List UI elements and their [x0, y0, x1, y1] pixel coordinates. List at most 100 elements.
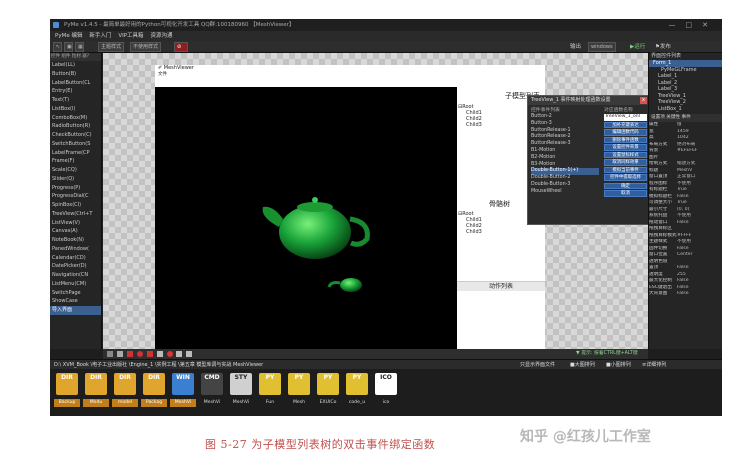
property-value[interactable]: #FFFF	[677, 233, 691, 238]
property-value[interactable]: False	[677, 291, 689, 296]
property-value[interactable]: 缩放方式	[677, 161, 695, 166]
gl-render-frame[interactable]	[155, 87, 457, 352]
palette-item[interactable]: Button(B)	[50, 70, 101, 79]
file-item[interactable]: ICO ico	[373, 373, 399, 413]
function-action-button[interactable]: 控件中提取选择	[604, 174, 647, 181]
function-action-button[interactable]: 取消同样效果	[604, 159, 647, 166]
property-value[interactable]: False	[677, 194, 689, 199]
property-value[interactable]: False	[677, 285, 689, 290]
palette-item[interactable]: CheckButton(C)	[50, 131, 101, 140]
file-item[interactable]: PY Fun	[257, 373, 283, 413]
event-item[interactable]: MouseWheel	[531, 189, 599, 196]
pen-icon[interactable]	[116, 351, 123, 357]
function-action-button[interactable]: 加补充键表达	[604, 121, 647, 128]
palette-item[interactable]: SwitchPage	[50, 289, 101, 298]
palette-item[interactable]: Slider(Q)	[50, 175, 101, 184]
property-value[interactable]: (0, 0)	[677, 207, 689, 212]
palette-tabs[interactable]: 控件 组件 粒材 器?	[50, 53, 101, 61]
text-tool-icon[interactable]	[156, 351, 163, 357]
layout-tool-icon[interactable]: ▦	[75, 42, 84, 52]
palette-item[interactable]: ProgressDial(C	[50, 192, 101, 201]
property-value[interactable]: Center	[677, 252, 692, 257]
palette-item[interactable]: LabelFrame(CP	[50, 149, 101, 158]
palette-item[interactable]: ListView(V)	[50, 219, 101, 228]
circle-tool-icon[interactable]	[136, 351, 143, 357]
file-item[interactable]: DIR Modu	[83, 373, 109, 413]
palette-item[interactable]: LabelButton(CL	[50, 79, 101, 88]
tree-child[interactable]: Child3	[458, 229, 482, 235]
align-icon[interactable]	[186, 351, 193, 357]
record-icon[interactable]	[166, 351, 173, 357]
palette-item[interactable]: ShowCase	[50, 297, 101, 306]
control-tree-item[interactable]: ListBox_1	[649, 106, 722, 113]
file-item[interactable]: DIR model	[112, 373, 138, 413]
submodel-tree[interactable]: ⊟Root Child1 Child2 Child3	[458, 104, 482, 128]
palette-item[interactable]: Entry(E)	[50, 87, 101, 96]
cancel-button[interactable]: 取消	[604, 190, 647, 197]
event-item[interactable]: B1-Motion	[531, 148, 599, 155]
draw-tools[interactable]	[107, 351, 194, 357]
file-item[interactable]: WIN MeshVi	[170, 373, 196, 413]
color-red-icon[interactable]	[126, 351, 133, 357]
menu-item-beginner[interactable]: 新手入门	[89, 33, 111, 39]
event-item[interactable]: Button-2	[531, 114, 599, 121]
form-menu-file[interactable]: 文件	[155, 72, 545, 78]
palette-item[interactable]: ListBox(I)	[50, 105, 101, 114]
property-value[interactable]: True	[677, 187, 687, 192]
file-item[interactable]: DIR Packag	[141, 373, 167, 413]
rect-tool-icon[interactable]	[146, 351, 153, 357]
platform-select[interactable]: windows	[588, 42, 616, 52]
theme-style-button[interactable]: 主题样式	[98, 42, 125, 52]
palette-item[interactable]: TreeView(Ctrl+T	[50, 210, 101, 219]
file-item[interactable]: CMD MeshVi	[199, 373, 225, 413]
event-item[interactable]: Double-Button-2	[531, 175, 599, 182]
event-item[interactable]: Button-3	[531, 121, 599, 128]
function-name-input[interactable]: TreeView_1_onl	[604, 114, 647, 121]
file-item[interactable]: STY MeshVi	[228, 373, 254, 413]
property-value[interactable]: 不使用	[677, 239, 691, 244]
no-style-button[interactable]: 不使用样式	[130, 42, 162, 52]
property-row[interactable]: 大背景图 False	[649, 291, 722, 298]
property-value[interactable]: #EFEFEF	[677, 148, 697, 153]
palette-item[interactable]: Progress(P)	[50, 184, 101, 193]
palette-icon[interactable]	[107, 351, 113, 357]
function-action-button[interactable]: 设置鼠标样式	[604, 151, 647, 158]
property-tabs[interactable]: 设置项 关键性 事件	[649, 114, 722, 122]
palette-item[interactable]: DatePicker(D)	[50, 262, 101, 271]
file-item[interactable]: DIR Backup	[54, 373, 80, 413]
ok-button[interactable]: 确定	[604, 182, 647, 189]
run-button[interactable]: ▶运行	[630, 41, 645, 53]
property-value[interactable]: MeshV	[677, 168, 692, 173]
function-action-button[interactable]: 模拟当前事件	[604, 166, 647, 173]
property-value[interactable]: False	[677, 265, 689, 270]
grid-icon[interactable]	[176, 351, 183, 357]
file-item[interactable]: PY code_u	[344, 373, 370, 413]
palette-item[interactable]: Label(LL)	[50, 61, 101, 70]
property-value[interactable]: 1042	[677, 135, 689, 140]
palette-item[interactable]: Frame(F)	[50, 157, 101, 166]
property-value[interactable]: False	[677, 220, 689, 225]
close-icon[interactable]: x	[640, 97, 647, 104]
property-value[interactable]: 正常窗口	[677, 174, 695, 179]
palette-item[interactable]: 导入界面	[50, 306, 101, 315]
property-value[interactable]: 不使用	[677, 181, 691, 186]
palette-item[interactable]: PanedWindow(	[50, 245, 101, 254]
publish-button[interactable]: ⚑发布	[655, 41, 671, 53]
palette-item[interactable]: Canvas(A)	[50, 227, 101, 236]
palette-item[interactable]: Scale(CQ)	[50, 166, 101, 175]
palette-item[interactable]: Navigation(CN	[50, 271, 101, 280]
property-value[interactable]: True	[677, 200, 687, 205]
event-item[interactable]: B2-Motion	[531, 155, 599, 162]
property-value[interactable]: 255	[677, 272, 686, 277]
tree-child[interactable]: Child3	[458, 122, 482, 128]
file-item[interactable]: PY EXUICo	[315, 373, 341, 413]
palette-item[interactable]: NoteBook(N)	[50, 236, 101, 245]
meshviewer-form[interactable]: ✐ MeshViewer 文件 子模型列表 ⊟Root Child1 Child…	[155, 65, 545, 352]
event-item[interactable]: Double-Button-3	[531, 182, 599, 189]
property-value[interactable]: 绝对布局	[677, 142, 695, 147]
forbid-icon[interactable]: ⊘	[174, 42, 188, 52]
event-item[interactable]: ButtonRelease-3	[531, 141, 599, 148]
palette-item[interactable]: Text(T)	[50, 96, 101, 105]
current-path[interactable]: D:\ XVM_Book \电子工业出版社 \Engine_1 \实例工程 \第…	[54, 362, 263, 368]
cursor-tool-icon[interactable]: ↖	[53, 42, 62, 52]
